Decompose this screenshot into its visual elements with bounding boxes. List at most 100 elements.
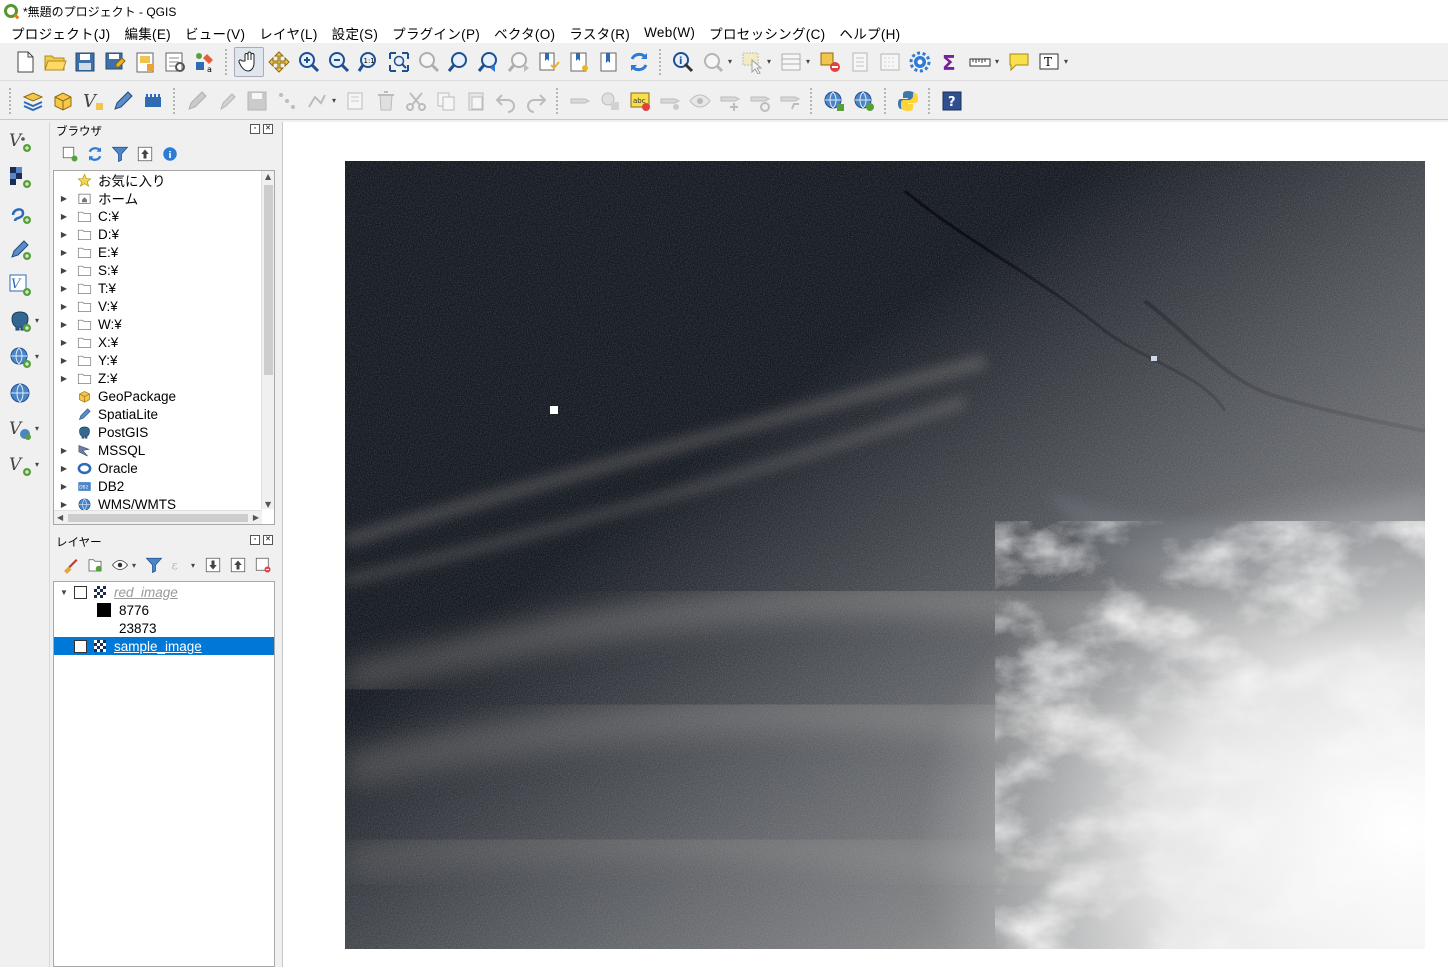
list-item[interactable]: ▶ Z:¥ (54, 369, 274, 387)
add-spatialite-icon[interactable]: V (5, 270, 35, 300)
open-styling-panel-icon[interactable] (57, 550, 82, 580)
new-vector-layer-icon[interactable]: V (5, 450, 35, 480)
list-item[interactable]: お気に入り (54, 171, 274, 189)
expand-all-icon[interactable] (200, 550, 225, 580)
layout-manager-icon[interactable] (160, 47, 190, 77)
list-item[interactable]: ▶ Y:¥ (54, 351, 274, 369)
add-mesh-layer-icon[interactable] (5, 198, 35, 228)
add-selected-layers-icon[interactable] (57, 139, 82, 169)
refresh-icon[interactable] (624, 47, 654, 77)
label-icon[interactable] (565, 86, 595, 116)
list-item[interactable]: ▶ X:¥ (54, 333, 274, 351)
field-calculator-icon[interactable] (845, 47, 875, 77)
layer-styling-icon[interactable] (18, 86, 48, 116)
properties-info-icon[interactable]: i (157, 139, 182, 169)
list-item[interactable]: ▶ S:¥ (54, 261, 274, 279)
save-edits-icon[interactable] (242, 86, 272, 116)
menu-layer[interactable]: レイヤ(L) (252, 23, 324, 43)
collapse-arrow-icon[interactable]: ▼ (54, 588, 74, 597)
add-vector-layer-icon[interactable]: V (5, 126, 35, 156)
digitize-icon[interactable] (48, 86, 78, 116)
close-panel-icon[interactable]: ✕ (263, 124, 273, 134)
filter-by-expression-icon[interactable]: ε (166, 550, 191, 580)
help-icon[interactable]: ? (937, 86, 967, 116)
layer-visibility-checkbox[interactable]: ✓ (74, 639, 87, 653)
move-label-icon[interactable] (715, 86, 745, 116)
pan-icon[interactable] (234, 46, 264, 77)
current-edits-icon[interactable] (212, 86, 242, 116)
menu-edit[interactable]: 編集(E) (117, 23, 178, 43)
float-panel-icon[interactable]: ▫ (250, 535, 260, 545)
map-tips-icon[interactable] (1004, 47, 1034, 77)
zoom-in-icon[interactable] (294, 47, 324, 77)
change-label-icon[interactable] (775, 86, 805, 116)
highlight-labels-icon[interactable]: abc (625, 86, 655, 116)
zoom-to-layer-icon[interactable] (444, 47, 474, 77)
open-project-icon[interactable] (40, 47, 70, 77)
manage-map-themes-icon[interactable] (107, 550, 132, 580)
zoom-native-icon[interactable]: 1:1 (354, 47, 384, 77)
add-postgis-icon[interactable] (5, 306, 35, 336)
processing-gear-icon[interactable] (905, 47, 935, 77)
text-annotation-icon[interactable]: T (1034, 47, 1064, 77)
float-panel-icon[interactable]: ▫ (250, 124, 260, 134)
list-item[interactable]: PostGIS (54, 423, 274, 441)
remove-layer-icon[interactable] (250, 550, 275, 580)
list-item[interactable]: ▶ D:¥ (54, 225, 274, 243)
list-item[interactable]: ▶ ホーム (54, 189, 274, 207)
scroll-down-icon[interactable]: ▼ (265, 500, 271, 509)
collapse-all-icon[interactable] (132, 139, 157, 169)
add-raster-layer-icon[interactable] (5, 162, 35, 192)
menu-help[interactable]: ヘルプ(H) (832, 23, 907, 43)
pin-labels-icon[interactable] (595, 86, 625, 116)
wfs-icon[interactable] (849, 86, 879, 116)
menu-plugins[interactable]: プラグイン(P) (385, 23, 487, 43)
edit-pen-icon[interactable] (108, 86, 138, 116)
scroll-up-icon[interactable]: ▲ (265, 172, 271, 181)
list-item[interactable]: ▶ W:¥ (54, 315, 274, 333)
add-group-icon[interactable] (82, 550, 107, 580)
vertex-tool-icon[interactable] (302, 86, 332, 116)
add-delimited-text-icon[interactable] (5, 234, 35, 264)
label-settings-icon[interactable] (655, 86, 685, 116)
select-features-icon[interactable] (737, 47, 767, 77)
zoom-next-icon[interactable] (504, 47, 534, 77)
new-vector-icon[interactable]: V (78, 86, 108, 116)
zoom-to-selection-icon[interactable] (414, 47, 444, 77)
zoom-last-icon[interactable] (474, 47, 504, 77)
filter-browser-icon[interactable] (107, 139, 132, 169)
delete-selected-icon[interactable] (371, 86, 401, 116)
menu-web[interactable]: Web(W) (637, 25, 702, 40)
list-item[interactable]: GeoPackage (54, 387, 274, 405)
python-icon[interactable] (893, 86, 923, 116)
wms-icon[interactable] (819, 86, 849, 116)
new-print-layout-icon[interactable] (130, 47, 160, 77)
toolbox-icon[interactable] (875, 47, 905, 77)
new-raster-icon[interactable] (138, 86, 168, 116)
undo-icon[interactable] (491, 86, 521, 116)
open-attribute-table-icon[interactable] (776, 47, 806, 77)
list-item[interactable]: ▶ E:¥ (54, 243, 274, 261)
save-project-icon[interactable] (70, 47, 100, 77)
show-bookmarks-icon[interactable] (564, 47, 594, 77)
zoom-full-icon[interactable] (384, 47, 414, 77)
menu-view[interactable]: ビュー(V) (178, 23, 252, 43)
filter-legend-icon[interactable] (141, 550, 166, 580)
menu-vector[interactable]: ベクタ(O) (487, 23, 562, 43)
menu-processing[interactable]: プロセッシング(C) (702, 23, 832, 43)
refresh-browser-icon[interactable] (82, 139, 107, 169)
browser-horizontal-scrollbar[interactable]: ◀ ▶ (54, 510, 262, 524)
show-hide-labels-icon[interactable] (685, 86, 715, 116)
add-feature-icon[interactable] (272, 86, 302, 116)
spatial-bookmark-icon[interactable] (594, 47, 624, 77)
new-bookmark-icon[interactable] (534, 47, 564, 77)
run-action-icon[interactable] (698, 47, 728, 77)
list-item[interactable]: SpatiaLite (54, 405, 274, 423)
scroll-left-icon[interactable]: ◀ (57, 513, 63, 522)
layer-row-red-image[interactable]: ▼ red_image (54, 583, 274, 601)
style-manager-icon[interactable]: a (190, 47, 220, 77)
add-wcs-icon[interactable] (5, 378, 35, 408)
new-project-icon[interactable] (10, 47, 40, 77)
measure-icon[interactable] (965, 47, 995, 77)
rotate-label-icon[interactable] (745, 86, 775, 116)
